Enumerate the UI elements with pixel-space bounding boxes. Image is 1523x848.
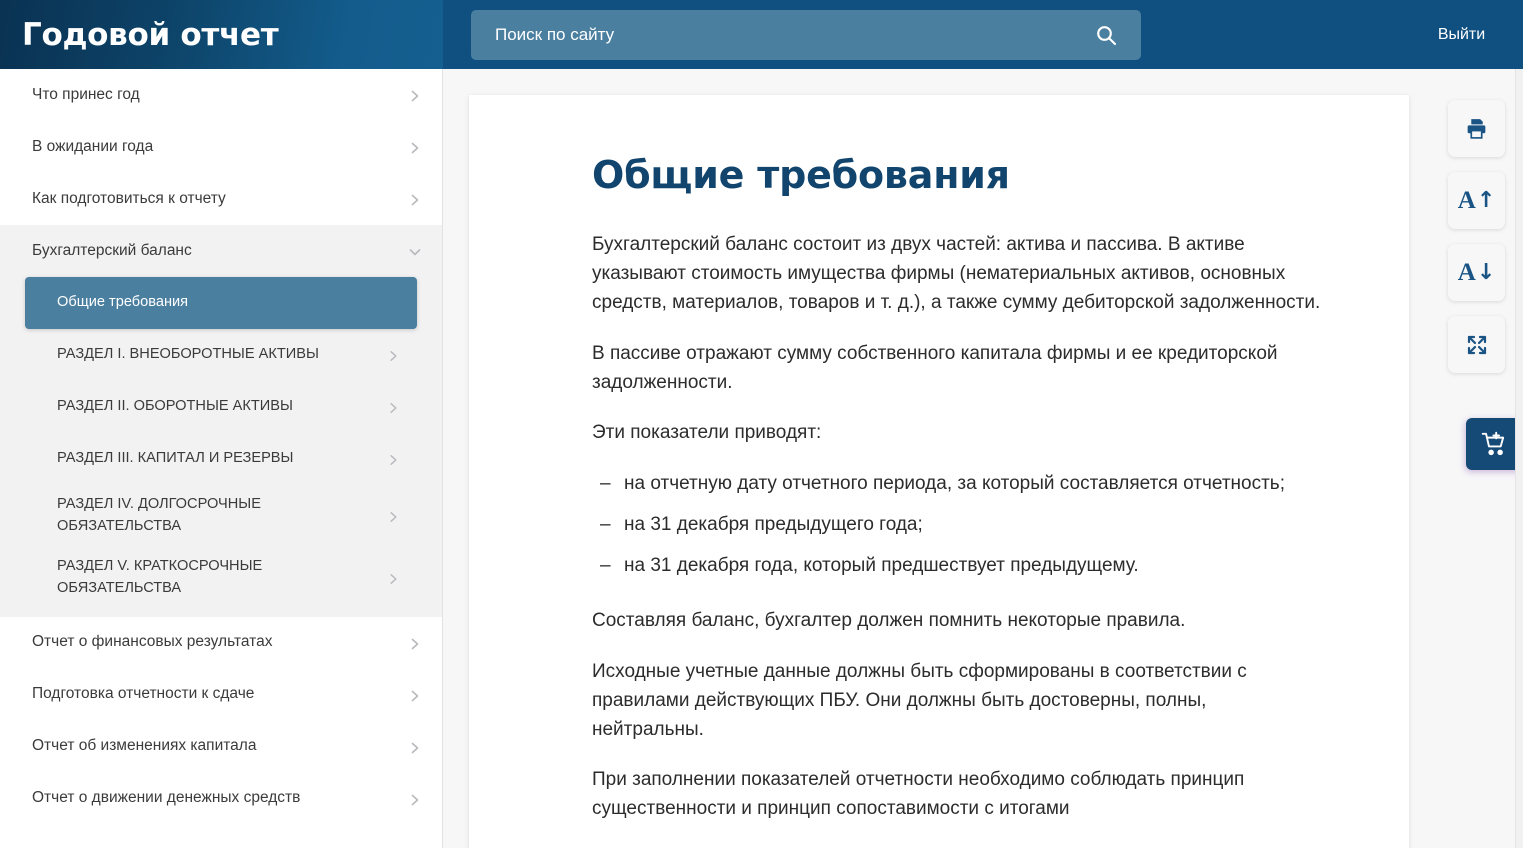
sidebar-subitem-label: РАЗДЕЛ V. КРАТКОСРОЧНЫЕ ОБЯЗАТЕЛЬСТВА — [57, 557, 263, 596]
sidebar-subitem-section-5[interactable]: РАЗДЕЛ V. КРАТКОСРОЧНЫЕ ОБЯЗАТЕЛЬСТВА — [25, 547, 417, 609]
sidebar-item-balance-sheet[interactable]: Бухгалтерский баланс — [0, 225, 442, 277]
chevron-right-icon — [408, 636, 422, 650]
chevron-right-icon — [387, 401, 400, 414]
font-letter: A — [1457, 187, 1476, 214]
sidebar-item-reporting-preparation[interactable]: Подготовка отчетности к сдаче — [0, 669, 442, 721]
brand-block: Годовой отчет — [0, 0, 443, 69]
search-icon — [1097, 25, 1117, 45]
chevron-right-icon — [387, 509, 400, 522]
chevron-right-icon — [408, 88, 422, 102]
sidebar-item-label: Отчет о финансовых результатах — [32, 633, 273, 651]
arrow-down-icon: ↓ — [1476, 259, 1496, 285]
sidebar-item-what-year-brought[interactable]: Что принес год — [0, 69, 442, 121]
chevron-right-icon — [408, 740, 422, 754]
sidebar-item-financial-results[interactable]: Отчет о финансовых результатах — [0, 617, 442, 669]
cart-plus-icon — [1481, 431, 1505, 455]
top-header: Годовой отчет Выйти — [0, 0, 1523, 69]
sidebar-subitem-label: Общие требования — [57, 294, 189, 311]
sidebar-item-how-to-prepare[interactable]: Как подготовиться к отчету — [0, 173, 442, 225]
arrow-up-icon: ↑ — [1476, 187, 1496, 213]
search-button[interactable] — [1089, 18, 1123, 52]
search-input[interactable] — [493, 9, 1089, 60]
paragraph: Исходные учетные данные должны быть сфор… — [592, 660, 1247, 740]
sidebar-item-label: Как подготовиться к отчету — [32, 189, 226, 207]
font-decrease-button[interactable]: A ↓ — [1448, 244, 1505, 301]
font-letter: A — [1457, 259, 1476, 286]
chevron-right-icon — [387, 453, 400, 466]
sidebar-subitem-general-requirements[interactable]: Общие требования — [25, 277, 417, 329]
sidebar-submenu-balance-sheet: Общие требования РАЗДЕЛ I. ВНЕОБОРОТНЫЕ … — [0, 277, 442, 617]
page-title: Общие требования — [592, 153, 1010, 197]
fullscreen-button[interactable] — [1448, 316, 1505, 373]
chevron-right-icon — [408, 792, 422, 806]
sidebar-subitem-label: РАЗДЕЛ II. ОБОРОТНЫЕ АКТИВЫ — [57, 398, 293, 415]
sidebar-item-cash-flow[interactable]: Отчет о движении денежных средств — [0, 773, 442, 825]
logout-link[interactable]: Выйти — [1400, 26, 1523, 44]
list-item: на 31 декабря предыдущего года; — [592, 511, 1292, 540]
chevron-right-icon — [408, 192, 422, 206]
list-item: на 31 декабря года, который предшествует… — [592, 552, 1292, 581]
font-decrease-icon: A ↓ — [1458, 260, 1496, 285]
font-increase-button[interactable]: A ↑ — [1448, 172, 1505, 229]
chevron-down-icon — [408, 244, 422, 258]
font-increase-icon: A ↑ — [1458, 188, 1496, 213]
sidebar-subitem-label: РАЗДЕЛ III. КАПИТАЛ И РЕЗЕРВЫ — [57, 450, 294, 467]
sidebar-item-awaiting-year[interactable]: В ожидании года — [0, 121, 442, 173]
sidebar-nav: Что принес год В ожидании года Как подго… — [0, 69, 443, 848]
article-card: Общие требования Бухгалтерский баланс со… — [469, 95, 1409, 848]
chevron-right-icon — [387, 571, 400, 584]
sidebar-item-equity-changes[interactable]: Отчет об изменениях капитала — [0, 721, 442, 773]
page-scrollbar[interactable] — [1515, 69, 1523, 848]
bullet-list: на отчетную дату отчетного периода, за к… — [592, 470, 1292, 581]
print-button[interactable] — [1448, 100, 1505, 157]
side-toolbar: A ↑ A ↓ — [1448, 100, 1505, 373]
printer-icon — [1467, 119, 1486, 139]
sidebar-item-label: В ожидании года — [32, 137, 154, 155]
paragraph: Бухгалтерский баланс состоит из двух час… — [592, 234, 1321, 313]
paragraph: Составляя баланс, бухгалтер должен помни… — [592, 609, 1186, 631]
sidebar-subitem-section-1[interactable]: РАЗДЕЛ I. ВНЕОБОРОТНЫЕ АКТИВЫ — [25, 329, 417, 381]
paragraph: В пассиве отражают сумму собственного ка… — [592, 342, 1278, 393]
expand-arrows-icon — [1467, 335, 1486, 354]
sidebar-item-label: Бухгалтерский баланс — [32, 241, 192, 259]
chevron-right-icon — [387, 349, 400, 362]
sidebar-subitem-section-2[interactable]: РАЗДЕЛ II. ОБОРОТНЫЕ АКТИВЫ — [25, 381, 417, 433]
main-content-area: Общие требования Бухгалтерский баланс со… — [444, 69, 1523, 848]
sidebar-item-label: Отчет о движении денежных средств — [32, 789, 301, 807]
sidebar-item-label: Подготовка отчетности к сдаче — [32, 685, 255, 703]
chevron-right-icon — [408, 140, 422, 154]
list-item: на отчетную дату отчетного периода, за к… — [592, 470, 1292, 499]
sidebar-item-label: Отчет об изменениях капитала — [32, 737, 257, 755]
paragraph: При заполнении показателей отчетности не… — [592, 769, 1245, 820]
sidebar-subitem-section-4[interactable]: РАЗДЕЛ IV. ДОЛГОСРОЧНЫЕ ОБЯЗАТЕЛЬСТВА — [25, 485, 417, 547]
sidebar-subitem-section-3[interactable]: РАЗДЕЛ III. КАПИТАЛ И РЕЗЕРВЫ — [25, 433, 417, 485]
paragraph: Эти показатели приводят: — [592, 422, 822, 444]
sidebar-subitem-label: РАЗДЕЛ IV. ДОЛГОСРОЧНЫЕ ОБЯЗАТЕЛЬСТВА — [57, 496, 261, 534]
search-bar[interactable] — [471, 9, 1141, 60]
brand-title: Годовой отчет — [22, 16, 279, 53]
sidebar-subitem-label: РАЗДЕЛ I. ВНЕОБОРОТНЫЕ АКТИВЫ — [57, 346, 319, 363]
sidebar-item-label: Что принес год — [32, 85, 140, 103]
chevron-right-icon — [408, 688, 422, 702]
header-right-block: Выйти — [443, 0, 1523, 69]
